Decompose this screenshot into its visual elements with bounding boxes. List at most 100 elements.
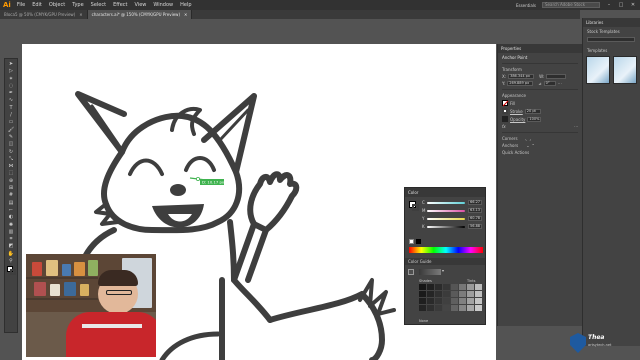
w-field[interactable] — [546, 74, 567, 79]
channel-y-value[interactable]: 60.78 — [468, 216, 482, 221]
properties-title: Properties — [501, 46, 522, 51]
corner-icon[interactable]: ⌞ — [526, 136, 528, 141]
paintbrush-tool-icon[interactable]: 🖌 — [8, 127, 15, 133]
slice-tool-icon[interactable]: ◩ — [8, 244, 15, 249]
main-menu: File Edit Object Type Select Effect View… — [17, 2, 192, 8]
stroke-weight-field[interactable]: 20 pt — [524, 108, 541, 114]
shield-icon — [570, 333, 586, 353]
shades-label: Shades — [419, 279, 432, 283]
maximize-icon[interactable]: □ — [618, 2, 624, 8]
fill-label: Fill — [510, 100, 516, 106]
channel-m-slider[interactable] — [427, 210, 465, 212]
selection-tool-icon[interactable]: ➤ — [8, 62, 15, 67]
none-swatch[interactable] — [409, 239, 414, 244]
blend-tool-icon[interactable]: ◐ — [8, 215, 15, 220]
close-icon[interactable]: ✕ — [630, 2, 636, 8]
libraries-tab[interactable]: Libraries — [583, 18, 640, 27]
channel-m-value[interactable]: 63.13 — [468, 208, 482, 213]
fx-button[interactable]: fx — [502, 124, 506, 129]
rectangle-tool-icon[interactable]: ▭ — [8, 120, 15, 125]
anchors-heading: Anchors — [502, 143, 519, 148]
stroke-swatch[interactable] — [502, 108, 508, 114]
webcam-overlay — [26, 254, 156, 357]
selection-type: Anchor Point — [502, 55, 528, 60]
shaper-tool-icon[interactable]: ✎ — [8, 134, 15, 140]
properties-tab[interactable]: Properties — [498, 44, 582, 53]
eyedropper-tool-icon[interactable]: ⌐ — [8, 207, 15, 213]
direct-selection-tool-icon[interactable]: ▷ — [8, 69, 15, 74]
magic-wand-tool-icon[interactable]: ✶ — [8, 76, 15, 82]
zoom-tool-icon[interactable]: ⚲ — [8, 259, 15, 264]
line-tool-icon[interactable]: / — [8, 113, 15, 118]
more-options-icon[interactable]: ⋯ — [558, 81, 562, 86]
eraser-tool-icon[interactable]: ◫ — [8, 142, 15, 147]
lasso-tool-icon[interactable]: ◌ — [8, 83, 15, 89]
color-guide-grid[interactable] — [419, 284, 482, 311]
convert-anchor-icon[interactable]: ⌄ — [526, 143, 529, 148]
remove-anchor-icon[interactable]: ⌃ — [532, 143, 535, 148]
menu-file[interactable]: File — [17, 2, 25, 8]
corner-icon[interactable]: ⌟ — [529, 136, 531, 141]
pen-tool-icon[interactable]: ✒ — [8, 91, 15, 96]
menu-window[interactable]: Window — [153, 2, 173, 8]
menu-edit[interactable]: Edit — [32, 2, 42, 8]
curvature-tool-icon[interactable]: ∿ — [8, 98, 15, 103]
x-field[interactable]: 386.344 px — [508, 74, 535, 79]
menu-effect[interactable]: Effect — [113, 2, 127, 8]
gradient-tool-icon[interactable]: ▤ — [8, 200, 15, 206]
template-thumbnail[interactable] — [613, 56, 637, 84]
type-tool-icon[interactable]: T — [8, 105, 15, 111]
y-field[interactable]: 269.889 px — [507, 81, 534, 86]
channel-c-slider[interactable] — [427, 202, 465, 204]
hand-tool-icon[interactable]: ✋ — [8, 251, 15, 257]
graph-tool-icon[interactable]: ▥ — [8, 229, 15, 235]
symbol-sprayer-tool-icon[interactable]: ✺ — [8, 222, 15, 228]
opacity-field[interactable]: 100% — [527, 116, 542, 122]
search-stock-input[interactable]: Search Adobe Stock — [542, 2, 600, 8]
minimize-icon[interactable]: – — [606, 2, 612, 8]
measure-label: D: 10.17 px — [202, 180, 225, 185]
harmony-strip[interactable] — [419, 269, 441, 275]
black-swatch[interactable] — [416, 239, 421, 244]
stroke-indicator[interactable] — [412, 204, 419, 211]
channel-y-slider[interactable] — [427, 218, 465, 220]
harmony-swatch[interactable] — [408, 269, 414, 275]
menu-view[interactable]: View — [135, 2, 147, 8]
width-tool-icon[interactable]: ⋈ — [8, 164, 15, 169]
body-right — [227, 219, 237, 283]
color-guide-header[interactable]: Color Guide — [405, 258, 485, 265]
tab-bloca5[interactable]: Bloca5 @ 50% (CMYK/GPU Preview) ✕ — [0, 10, 88, 19]
libraries-search-field[interactable] — [587, 37, 635, 42]
fill-stroke-swatch[interactable] — [6, 266, 16, 276]
tab-characters[interactable]: characters.ai* @ 150% (CMYK/GPU Preview)… — [87, 10, 193, 19]
perspective-grid-tool-icon[interactable]: ⊞ — [8, 186, 15, 191]
template-thumbnail[interactable] — [586, 56, 610, 84]
artboard-tool-icon[interactable]: ⌗ — [8, 237, 15, 242]
tab-label: Bloca5 @ 50% (CMYK/GPU Preview) — [4, 12, 76, 17]
tab-close-icon[interactable]: ✕ — [184, 12, 187, 17]
channel-k-value[interactable]: 56.88 — [468, 224, 482, 229]
color-tab[interactable]: Color — [405, 188, 485, 197]
opacity-row: Opacity 100% — [502, 116, 578, 122]
menu-object[interactable]: Object — [49, 2, 65, 8]
more-options-icon[interactable]: ⋯ — [574, 124, 578, 129]
harmony-dropdown-icon[interactable]: ▾ — [442, 268, 444, 273]
menu-type[interactable]: Type — [72, 2, 83, 8]
tab-close-icon[interactable]: ✕ — [79, 12, 82, 17]
transform-heading: Transform — [502, 67, 522, 72]
fill-swatch[interactable] — [502, 100, 509, 107]
channel-c-value[interactable]: 66.27 — [468, 200, 482, 205]
nose — [170, 184, 186, 196]
rotate-field[interactable]: 0° — [543, 81, 556, 86]
workspace-switcher[interactable]: Essentials — [516, 3, 536, 8]
menu-help[interactable]: Help — [180, 2, 191, 8]
channel-k-slider[interactable] — [427, 226, 465, 228]
menu-select[interactable]: Select — [91, 2, 106, 8]
shape-builder-tool-icon[interactable]: ⊕ — [8, 178, 15, 184]
rotate-tool-icon[interactable]: ↻ — [8, 149, 15, 155]
channel-m-label: M — [422, 208, 426, 213]
scale-tool-icon[interactable]: ⤡ — [8, 156, 15, 162]
color-spectrum[interactable] — [409, 247, 483, 253]
free-transform-tool-icon[interactable]: ⬚ — [8, 171, 15, 176]
mesh-tool-icon[interactable]: # — [8, 193, 15, 198]
